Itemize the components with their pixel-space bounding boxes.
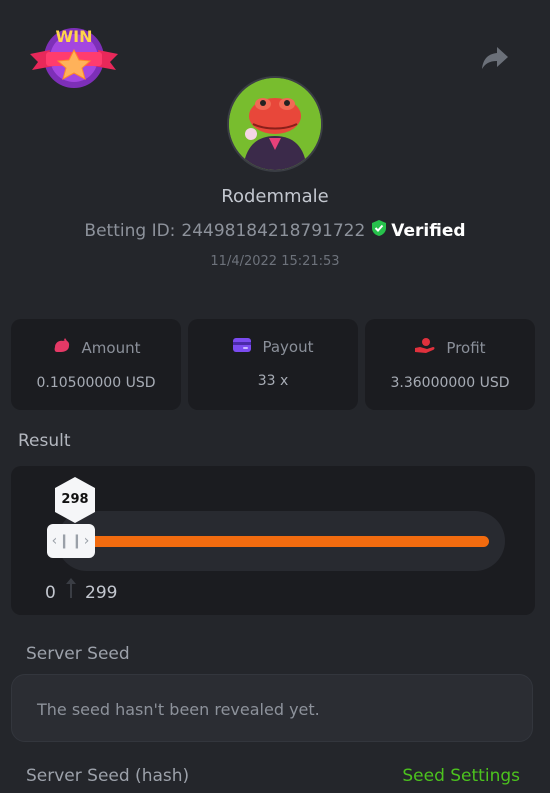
chevron-right-icon: › xyxy=(83,533,91,549)
arrow-up-icon xyxy=(64,576,78,600)
range-min: 0 xyxy=(45,583,56,603)
bet-datetime: 11/4/2022 15:21:53 xyxy=(210,254,340,269)
profit-value: 3.36000000 USD xyxy=(390,375,510,391)
avatar xyxy=(227,76,323,172)
hand-coin-icon xyxy=(414,337,436,359)
server-seed-box: The seed hasn't been revealed yet. xyxy=(11,674,533,742)
server-seed-text: The seed hasn't been revealed yet. xyxy=(37,700,320,719)
result-panel: 298 ‹ ❙❙ › 0 299 xyxy=(11,466,535,615)
server-seed-hash-label: Server Seed (hash) xyxy=(26,766,190,786)
amount-label: Amount xyxy=(81,339,141,357)
verified-badge: Verified xyxy=(371,219,466,242)
profit-label: Profit xyxy=(446,339,486,357)
slider-handle[interactable]: ‹ ❙❙ › xyxy=(47,524,95,558)
result-fill xyxy=(61,536,489,547)
grip-icon: ❙❙ xyxy=(58,533,84,549)
payout-value: 33 x xyxy=(257,373,289,389)
result-label: Result xyxy=(18,431,71,451)
payout-card: Payout 33 x xyxy=(188,319,358,410)
range-max: 299 xyxy=(85,583,118,603)
betting-id-row: Betting ID: 24498184218791722 Verified xyxy=(0,219,550,242)
chevron-left-icon: ‹ xyxy=(51,533,59,549)
betting-id-label: Betting ID: xyxy=(84,220,176,241)
logo-text: WIN xyxy=(56,27,93,46)
amount-icon xyxy=(52,337,72,359)
card-icon xyxy=(232,337,252,357)
betting-id: 24498184218791722 xyxy=(181,220,366,241)
profit-card: Profit 3.36000000 USD xyxy=(365,319,535,410)
amount-value: 0.10500000 USD xyxy=(36,375,156,391)
result-marker-value: 298 xyxy=(61,492,89,507)
payout-label: Payout xyxy=(262,338,314,356)
verified-label: Verified xyxy=(391,220,466,241)
server-seed-label: Server Seed xyxy=(26,644,130,664)
verified-shield-icon xyxy=(371,219,387,242)
amount-card: Amount 0.10500000 USD xyxy=(11,319,181,410)
username: Rodemmale xyxy=(221,186,329,207)
win-logo: WIN xyxy=(28,20,120,92)
share-icon[interactable] xyxy=(480,44,510,72)
seed-settings-link[interactable]: Seed Settings xyxy=(402,766,520,786)
